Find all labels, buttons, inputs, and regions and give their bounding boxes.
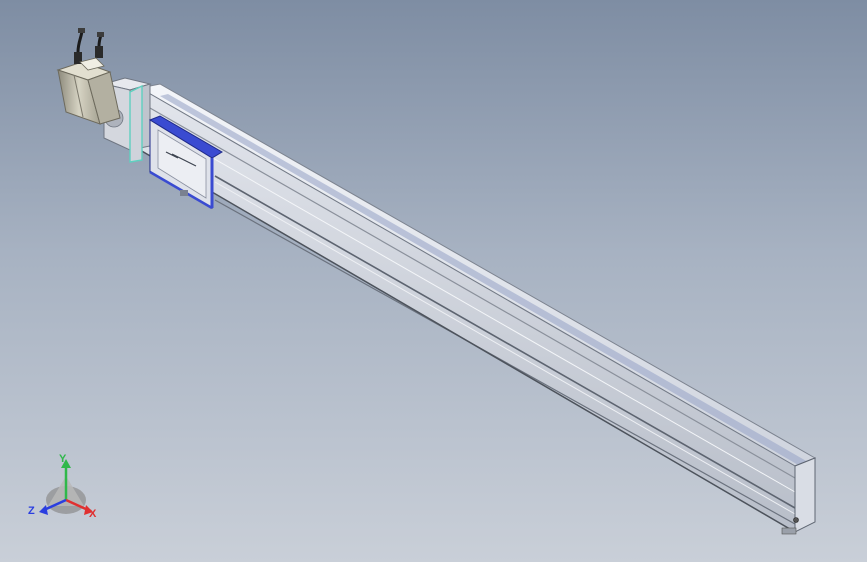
rail-groove-3 (214, 175, 796, 509)
cable-1 (76, 29, 84, 53)
carriage-foot (180, 190, 188, 196)
model-graphics[interactable]: Y X Z (0, 0, 867, 562)
y-axis-label: Y (59, 453, 67, 465)
cable-tip-2 (97, 32, 104, 37)
rail-upper-slot (160, 94, 808, 466)
linear-rail[interactable] (138, 83, 817, 533)
rail-groove-5 (214, 199, 796, 525)
z-axis-arrow-icon (39, 505, 48, 515)
end-cap-screw (793, 517, 799, 523)
rail-groove-4 (214, 181, 796, 515)
rail-bottom-edge (139, 149, 796, 533)
x-axis-label: X (89, 508, 97, 520)
cad-viewport[interactable]: Y X Z (0, 0, 867, 562)
orientation-triad[interactable]: Y X Z (28, 453, 97, 520)
rail-groove-2 (149, 121, 796, 493)
rail-groove-1 (149, 107, 796, 479)
z-axis-label: Z (28, 505, 35, 517)
connector-2 (95, 46, 103, 58)
servo-motor[interactable] (56, 28, 121, 125)
end-cap-foot (781, 527, 797, 535)
flange-plate (129, 84, 143, 163)
cable-tip-1 (78, 28, 85, 33)
rail-front-face (139, 87, 796, 533)
